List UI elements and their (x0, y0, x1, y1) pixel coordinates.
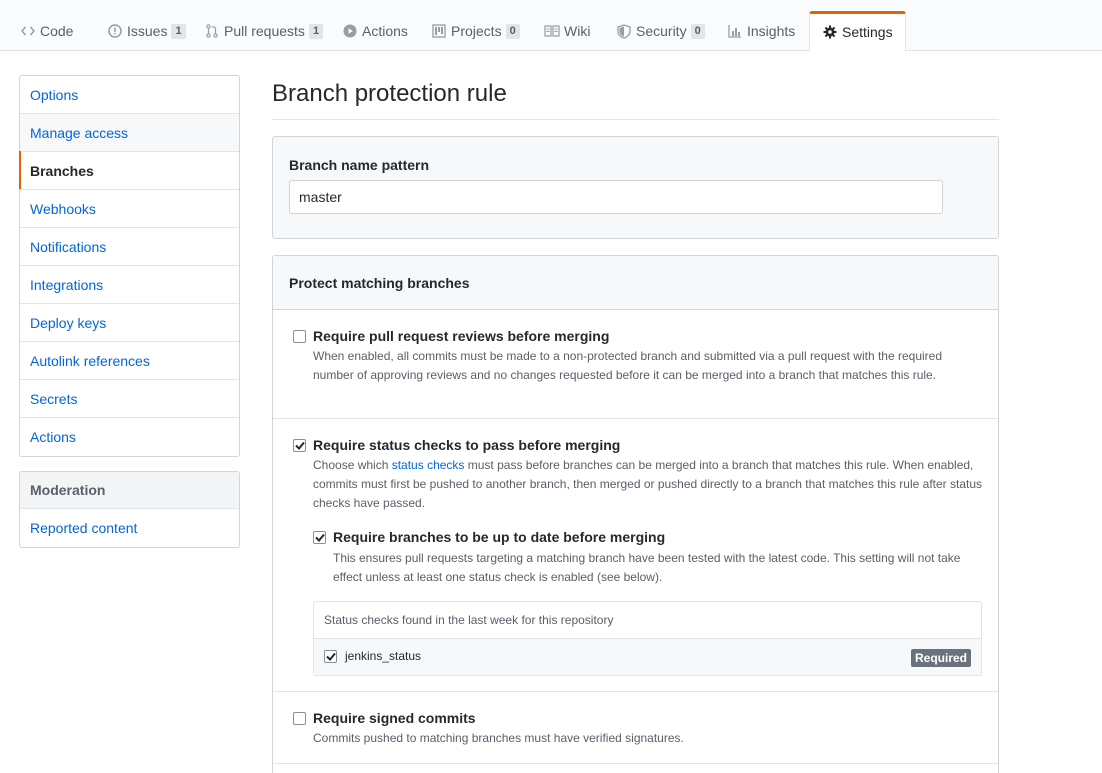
moderation-heading: Moderation (20, 472, 239, 509)
repo-nav: Code Issues 1 Pull requests 1 Actions Pr… (0, 0, 1102, 52)
status-checks-list: Status checks found in the last week for… (313, 601, 982, 676)
code-icon (20, 23, 36, 39)
tab-label: Pull requests (224, 23, 305, 39)
require-up-to-date-desc: This ensures pull requests targeting a m… (333, 551, 961, 584)
required-badge: Required (910, 649, 971, 667)
branch-pattern-box: Branch name pattern master (272, 136, 999, 239)
tab-label: Wiki (564, 23, 591, 39)
tab-security[interactable]: Security 0 (616, 12, 705, 51)
require-status-checks-title: Require status checks to pass before mer… (313, 437, 621, 453)
branch-pattern-input[interactable]: master (289, 180, 943, 214)
require-signed-commits-desc: Commits pushed to matching branches must… (313, 731, 684, 745)
tab-label: Insights (747, 23, 796, 39)
book-icon (544, 23, 560, 39)
checkmark-icon (325, 652, 336, 661)
tab-pull-requests[interactable]: Pull requests 1 (204, 12, 324, 51)
require-reviews-desc: When enabled, all commits must be made t… (313, 349, 943, 382)
sidebar-item-manage-access[interactable]: Manage access (20, 114, 239, 152)
sidebar-item-actions[interactable]: Actions (20, 418, 239, 456)
require-signed-commits-checkbox[interactable] (293, 712, 306, 725)
sidebar-item-reported-content[interactable]: Reported content (20, 509, 239, 547)
page-title: Branch protection rule (272, 80, 507, 107)
option-require-signed-commits: Require signed commits Commits pushed to… (273, 692, 998, 764)
checkmark-icon (294, 441, 305, 450)
play-icon (342, 23, 358, 39)
sidebar-item-integrations[interactable]: Integrations (20, 266, 239, 304)
tab-settings[interactable]: Settings (809, 11, 906, 52)
tab-label: Code (40, 23, 74, 39)
tab-label: Projects (451, 23, 502, 39)
protect-branches-heading: Protect matching branches (273, 256, 998, 310)
require-status-checks-checkbox[interactable] (293, 439, 306, 452)
tab-projects[interactable]: Projects 0 (431, 12, 520, 51)
settings-menu: Options Manage access Branches Webhooks … (19, 75, 240, 457)
tab-code[interactable]: Code (20, 12, 73, 51)
tab-actions[interactable]: Actions (342, 12, 408, 51)
sidebar-item-deploy-keys[interactable]: Deploy keys (20, 304, 239, 342)
issues-count: 1 (171, 24, 186, 39)
checkmark-icon (314, 533, 325, 542)
tab-label: Issues (127, 23, 168, 39)
jenkins-status-checkbox[interactable] (324, 650, 337, 663)
issue-icon (107, 23, 123, 39)
option-require-reviews: Require pull request reviews before merg… (273, 310, 998, 419)
moderation-menu: Moderation Reported content (19, 471, 240, 548)
gear-icon (822, 24, 838, 40)
pull-requests-count: 1 (308, 24, 324, 39)
tab-label: Actions (362, 23, 408, 39)
status-check-name: jenkins_status (345, 649, 422, 663)
tab-insights[interactable]: Insights (727, 12, 795, 51)
sidebar-item-branches[interactable]: Branches (19, 151, 239, 190)
require-reviews-title: Require pull request reviews before merg… (313, 328, 610, 344)
sidebar-item-webhooks[interactable]: Webhooks (20, 190, 239, 228)
projects-count: 0 (505, 24, 520, 39)
tab-label: Settings (842, 24, 893, 40)
tab-label: Security (636, 23, 687, 39)
status-checks-link[interactable]: status checks (392, 458, 465, 472)
sidebar-item-notifications[interactable]: Notifications (20, 228, 239, 266)
status-checks-desc-pre: Choose which (313, 458, 392, 472)
status-checks-heading: Status checks found in the last week for… (314, 602, 981, 639)
security-count: 0 (690, 24, 705, 39)
title-divider (272, 119, 999, 120)
require-status-checks-desc: Choose which status checks must pass bef… (313, 456, 983, 513)
tab-wiki[interactable]: Wiki (544, 12, 590, 51)
branch-pattern-label: Branch name pattern (289, 157, 430, 173)
require-reviews-checkbox[interactable] (293, 330, 306, 343)
tab-issues[interactable]: Issues 1 (107, 12, 186, 51)
require-signed-commits-title: Require signed commits (313, 710, 476, 726)
require-up-to-date-checkbox[interactable] (313, 531, 326, 544)
sidebar-item-secrets[interactable]: Secrets (20, 380, 239, 418)
graph-icon (727, 23, 743, 39)
status-check-row: jenkins_status Required (314, 639, 981, 675)
shield-icon (616, 23, 632, 39)
sidebar-item-autolink-references[interactable]: Autolink references (20, 342, 239, 380)
project-icon (431, 23, 447, 39)
protect-branches-box: Protect matching branches Require pull r… (272, 255, 999, 773)
pull-request-icon (204, 23, 220, 39)
sidebar-item-options[interactable]: Options (20, 76, 239, 114)
require-up-to-date-title: Require branches to be up to date before… (333, 529, 666, 545)
